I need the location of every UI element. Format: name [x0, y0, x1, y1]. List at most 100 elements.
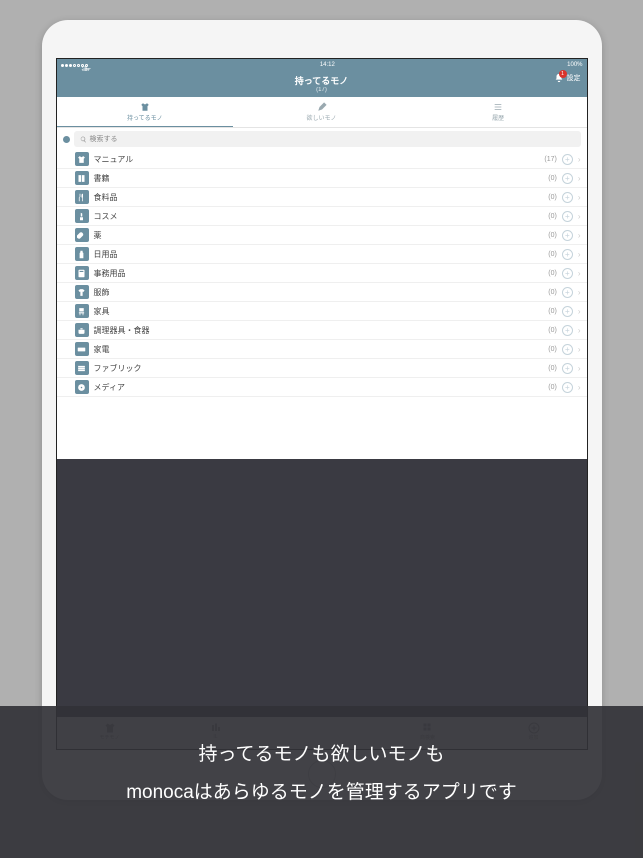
category-label: 食料品	[94, 192, 544, 203]
category-row[interactable]: 日用品 (0) + ›	[57, 245, 587, 264]
add-item-button[interactable]: +	[562, 382, 573, 393]
category-label: 調理器具・食器	[94, 325, 544, 336]
category-label: 事務用品	[94, 268, 544, 279]
search-input[interactable]: 検索する	[74, 131, 581, 147]
carrier-label: 通信事業者	[81, 64, 84, 67]
category-label: 家電	[94, 344, 544, 355]
add-item-button[interactable]: +	[562, 306, 573, 317]
add-item-button[interactable]: +	[562, 249, 573, 260]
promo-line-1: 持ってるモノも欲しいモノも	[10, 736, 633, 774]
tab-1[interactable]: 欲しいモノ	[233, 97, 410, 127]
category-label: 日用品	[94, 249, 544, 260]
category-row[interactable]: コスメ (0) + ›	[57, 207, 587, 226]
shirt-icon	[75, 152, 89, 166]
add-item-button[interactable]: +	[562, 344, 573, 355]
category-label: 薬	[94, 230, 544, 241]
category-row[interactable]: 家電 (0) + ›	[57, 340, 587, 359]
category-row[interactable]: 家具 (0) + ›	[57, 302, 587, 321]
category-label: コスメ	[94, 211, 544, 222]
category-count: (0)	[548, 327, 557, 334]
chevron-right-icon: ›	[578, 307, 581, 316]
chair-icon	[75, 304, 89, 318]
notifications-button[interactable]: 1	[554, 73, 564, 83]
category-count: (0)	[548, 175, 557, 182]
category-row[interactable]: マニュアル (17) + ›	[57, 150, 587, 169]
segment-tabs: 持ってるモノ 欲しいモノ 履歴	[57, 97, 587, 128]
sort-toggle[interactable]	[63, 136, 70, 143]
category-row[interactable]: 事務用品 (0) + ›	[57, 264, 587, 283]
tab-label: 持ってるモノ	[127, 116, 163, 122]
clock: 14:12	[320, 62, 335, 68]
add-item-button[interactable]: +	[562, 154, 573, 165]
fabric-icon	[75, 361, 89, 375]
promo-line-2: monocaはあらゆるモノを管理するアプリです	[10, 774, 633, 812]
disc-icon	[75, 380, 89, 394]
category-row[interactable]: 服飾 (0) + ›	[57, 283, 587, 302]
nav-header: 持ってるモノ (17) 1 設定	[57, 71, 587, 97]
category-row[interactable]: メディア (0) + ›	[57, 378, 587, 397]
category-count: (0)	[548, 308, 557, 315]
category-row[interactable]: 食料品 (0) + ›	[57, 188, 587, 207]
bottle-icon	[75, 247, 89, 261]
chevron-right-icon: ›	[578, 383, 581, 392]
category-label: 家具	[94, 306, 544, 317]
settings-button[interactable]: 設定	[567, 73, 581, 83]
add-item-button[interactable]: +	[562, 192, 573, 203]
utensils-icon	[75, 190, 89, 204]
category-label: 服飾	[94, 287, 544, 298]
tab-label: 欲しいモノ	[307, 116, 337, 122]
category-count: (0)	[548, 289, 557, 296]
category-label: メディア	[94, 382, 544, 393]
category-count: (0)	[548, 232, 557, 239]
chevron-right-icon: ›	[578, 212, 581, 221]
screen: 通信事業者 ᯤ 14:12 100% 持ってるモノ (17) 1 設定 持ってる…	[56, 58, 588, 750]
pill-icon	[75, 228, 89, 242]
category-row[interactable]: 書籍 (0) + ›	[57, 169, 587, 188]
chevron-right-icon: ›	[578, 250, 581, 259]
list-icon	[493, 102, 503, 112]
pot-icon	[75, 323, 89, 337]
add-item-button[interactable]: +	[562, 268, 573, 279]
wifi-icon: ᯤ	[85, 64, 88, 67]
tab-0[interactable]: 持ってるモノ	[57, 97, 234, 127]
category-count: (0)	[548, 270, 557, 277]
category-row[interactable]: 薬 (0) + ›	[57, 226, 587, 245]
chevron-right-icon: ›	[578, 155, 581, 164]
search-placeholder: 検索する	[90, 134, 118, 144]
add-item-button[interactable]: +	[562, 287, 573, 298]
tab-label: 履歴	[492, 116, 504, 122]
category-count: (0)	[548, 194, 557, 201]
category-row[interactable]: 調理器具・食器 (0) + ›	[57, 321, 587, 340]
chevron-right-icon: ›	[578, 269, 581, 278]
add-item-button[interactable]: +	[562, 173, 573, 184]
chevron-right-icon: ›	[578, 364, 581, 373]
signal-indicator: 通信事業者 ᯤ	[61, 64, 88, 67]
chevron-right-icon: ›	[578, 231, 581, 240]
page-title: 持ってるモノ	[61, 74, 583, 87]
status-bar: 通信事業者 ᯤ 14:12 100%	[57, 59, 587, 71]
promo-overlay: 持ってるモノも欲しいモノも monocaはあらゆるモノを管理するアプリです	[0, 706, 643, 858]
battery-label: 100%	[567, 62, 582, 68]
chevron-right-icon: ›	[578, 174, 581, 183]
category-label: 書籍	[94, 173, 544, 184]
category-label: マニュアル	[94, 154, 540, 165]
category-count: (0)	[548, 213, 557, 220]
add-item-button[interactable]: +	[562, 363, 573, 374]
category-count: (0)	[548, 365, 557, 372]
category-label: ファブリック	[94, 363, 544, 374]
chevron-right-icon: ›	[578, 345, 581, 354]
add-item-button[interactable]: +	[562, 325, 573, 336]
lipstick-icon	[75, 209, 89, 223]
search-icon	[80, 136, 87, 143]
keyboard-icon	[75, 342, 89, 356]
chevron-right-icon: ›	[578, 193, 581, 202]
add-item-button[interactable]: +	[562, 230, 573, 241]
page-subtitle: (17)	[61, 87, 583, 93]
add-item-button[interactable]: +	[562, 211, 573, 222]
notification-badge: 1	[559, 70, 567, 78]
tab-2[interactable]: 履歴	[410, 97, 587, 127]
chevron-right-icon: ›	[578, 288, 581, 297]
category-row[interactable]: ファブリック (0) + ›	[57, 359, 587, 378]
category-count: (0)	[548, 384, 557, 391]
search-row: 検索する	[57, 128, 587, 150]
